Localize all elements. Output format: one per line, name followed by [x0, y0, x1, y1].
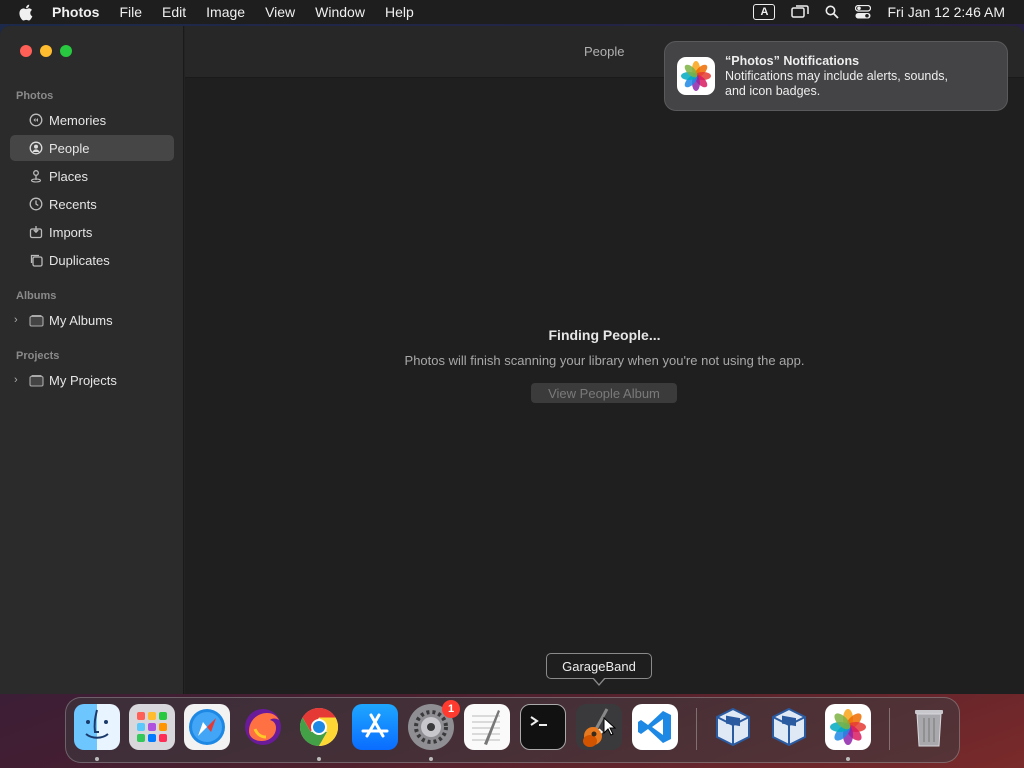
sidebar-item-my-projects[interactable]: › My Projects — [10, 367, 174, 393]
running-indicator — [846, 757, 850, 761]
pin-icon — [28, 168, 44, 184]
sidebar-item-label: My Projects — [49, 372, 117, 388]
sidebar-item-people[interactable]: People — [10, 135, 174, 161]
sidebar-item-imports[interactable]: Imports — [10, 219, 174, 245]
main-content: People Finding People... Photos will fin… — [185, 26, 1024, 694]
disclosure-chevron-icon[interactable]: › — [14, 314, 18, 326]
person-icon — [28, 140, 44, 156]
menu-bar: Photos File Edit Image View Window Help … — [0, 0, 1024, 24]
notification-title: “Photos” Notifications — [725, 53, 860, 68]
memories-icon — [28, 112, 44, 128]
running-indicator — [429, 757, 433, 761]
dock-terminal-icon[interactable] — [520, 704, 566, 750]
sidebar-item-label: Imports — [49, 224, 93, 240]
dock-virtualbox-icon[interactable] — [710, 704, 756, 750]
dock-app-store-icon[interactable] — [352, 704, 398, 750]
menu-help[interactable]: Help — [385, 4, 414, 20]
dock-vscode-icon[interactable] — [632, 704, 678, 750]
toolbar-title: People — [584, 44, 625, 59]
spotlight-search-icon[interactable] — [825, 5, 840, 19]
notification-body-line-1: Notifications may include alerts, sounds… — [725, 68, 949, 83]
dock: 1 — [65, 697, 960, 763]
mouse-cursor-icon — [603, 717, 617, 736]
sidebar-section-albums: Albums — [16, 290, 57, 302]
running-indicator — [317, 757, 321, 761]
dock-tooltip-arrow-inner — [593, 677, 605, 684]
minimize-window-button[interactable] — [40, 45, 52, 57]
dock-separator — [889, 708, 890, 750]
disclosure-chevron-icon[interactable]: › — [14, 374, 18, 386]
sidebar-item-label: People — [49, 140, 90, 156]
duplicate-icon — [28, 252, 44, 268]
photos-window: Photos Memories People Places Recents Im… — [0, 26, 1024, 694]
menu-file[interactable]: File — [119, 4, 142, 20]
dock-trash-icon[interactable] — [906, 704, 952, 750]
sidebar-item-label: Recents — [49, 196, 97, 212]
input-source-icon[interactable]: A — [753, 4, 776, 20]
sidebar-section-projects: Projects — [16, 350, 60, 362]
close-window-button[interactable] — [20, 45, 32, 57]
clock-icon — [28, 196, 44, 212]
sidebar-item-duplicates[interactable]: Duplicates — [10, 247, 174, 273]
dock-tooltip: GarageBand — [546, 653, 652, 679]
menu-app-name[interactable]: Photos — [52, 4, 99, 20]
dock-photos-icon[interactable] — [825, 704, 871, 750]
sidebar-item-label: Memories — [49, 112, 107, 128]
sidebar-item-places[interactable]: Places — [10, 163, 174, 189]
sidebar-section-photos: Photos — [16, 90, 54, 102]
dock-safari-icon[interactable] — [184, 704, 230, 750]
sidebar-item-my-albums[interactable]: › My Albums — [10, 307, 174, 333]
menu-image[interactable]: Image — [206, 4, 245, 20]
menu-edit[interactable]: Edit — [162, 4, 186, 20]
menu-bar-clock[interactable]: Fri Jan 12 2:46 AM — [887, 4, 1005, 20]
dock-firefox-icon[interactable] — [240, 704, 286, 750]
import-icon — [28, 224, 44, 240]
notification-text: “Photos” Notifications Notifications may… — [725, 54, 948, 99]
menu-window[interactable]: Window — [315, 4, 365, 20]
dock-launchpad-icon[interactable] — [129, 704, 175, 750]
input-source-badge: A — [753, 4, 776, 20]
sidebar-item-label: My Albums — [49, 312, 113, 328]
dock-virtualbox-icon[interactable] — [766, 704, 812, 750]
zoom-window-button[interactable] — [60, 45, 72, 57]
sidebar-item-label: Duplicates — [49, 252, 110, 268]
control-center-icon[interactable] — [855, 5, 872, 19]
menu-view[interactable]: View — [265, 4, 295, 20]
window-controls — [20, 45, 80, 57]
running-indicator — [95, 757, 99, 761]
sidebar-item-memories[interactable]: Memories — [10, 107, 174, 133]
view-people-album-button[interactable]: View People Album — [531, 383, 677, 403]
sidebar-item-label: Places — [49, 168, 89, 184]
sidebar-item-recents[interactable]: Recents — [10, 191, 174, 217]
dock-textedit-icon[interactable] — [464, 704, 510, 750]
dock-finder-icon[interactable] — [74, 704, 120, 750]
notification-body-line-2: and icon badges. — [725, 83, 821, 98]
folder-icon — [28, 312, 44, 328]
notification-banner[interactable]: “Photos” Notifications Notifications may… — [664, 41, 1008, 111]
photos-app-icon — [677, 57, 715, 95]
empty-state-title: Finding People... — [548, 327, 661, 343]
dock-separator — [696, 708, 697, 750]
screen-mirroring-icon[interactable] — [791, 5, 810, 19]
empty-state-description: Photos will finish scanning your library… — [404, 353, 805, 368]
folder-icon — [28, 372, 44, 388]
sidebar: Photos Memories People Places Recents Im… — [0, 26, 184, 694]
apple-menu-icon[interactable] — [18, 4, 38, 21]
notification-badge: 1 — [442, 700, 460, 718]
dock-chrome-icon[interactable] — [296, 704, 342, 750]
